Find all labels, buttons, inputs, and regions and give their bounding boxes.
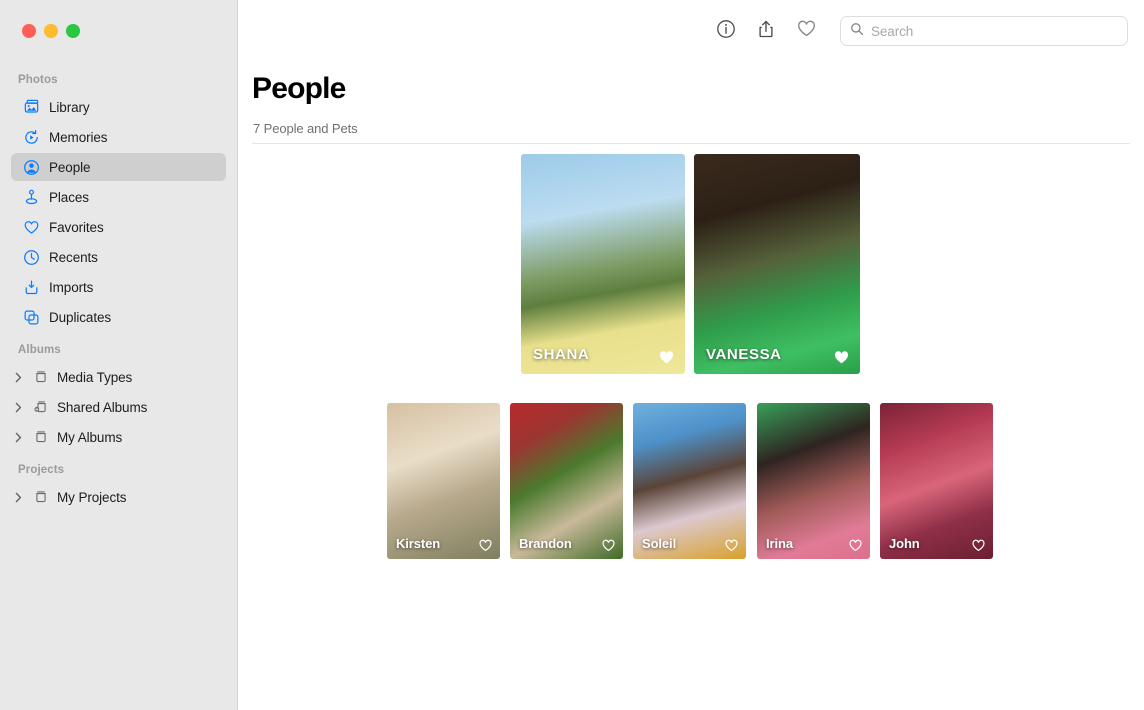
sidebar-scroll-area: Photos Library Memories People [0,63,237,710]
heart-icon[interactable] [971,538,986,553]
sidebar: Photos Library Memories People [0,0,238,710]
info-button[interactable] [706,11,746,51]
album-icon [32,368,50,386]
sidebar-item-label: My Projects [57,490,126,505]
heart-filled-icon[interactable] [833,349,850,366]
sidebar-item-favorites[interactable]: Favorites [11,213,226,241]
sidebar-item-label: People [49,160,90,175]
person-tile[interactable]: Irina [757,403,870,559]
sidebar-item-label: Duplicates [49,310,111,325]
sidebar-item-label: Media Types [57,370,132,385]
sidebar-section-projects: Projects [0,461,237,479]
page-title: People [252,72,346,106]
heart-filled-icon[interactable] [658,349,675,366]
person-name: Irina [766,536,793,551]
album-icon [32,488,50,506]
sidebar-item-label: My Albums [57,430,122,445]
memories-icon [22,128,40,146]
person-photo [694,154,860,374]
album-icon [32,428,50,446]
heart-icon[interactable] [724,538,739,553]
heart-icon [796,18,817,44]
sidebar-item-label: Recents [49,250,98,265]
sidebar-item-label: Favorites [49,220,104,235]
sidebar-item-memories[interactable]: Memories [11,123,226,151]
person-name: Kirsten [396,536,440,551]
person-tile[interactable]: SHANA [521,154,685,374]
sidebar-item-my-albums[interactable]: My Albums [11,423,226,451]
zoom-button[interactable] [66,24,80,38]
person-tile[interactable]: Brandon [510,403,623,559]
person-tile[interactable]: Soleil [633,403,746,559]
person-tile[interactable]: John [880,403,993,559]
person-name: Soleil [642,536,676,551]
info-icon [716,19,736,44]
sidebar-item-label: Places [49,190,89,205]
sidebar-item-label: Library [49,100,90,115]
favorite-button[interactable] [786,11,826,51]
search-field[interactable]: Search [840,16,1128,46]
sidebar-item-label: Memories [49,130,107,145]
person-name: John [889,536,920,551]
sidebar-section-photos: Photos [0,71,237,89]
close-button[interactable] [22,24,36,38]
places-icon [22,188,40,206]
person-tile[interactable]: Kirsten [387,403,500,559]
photos-window: Photos Library Memories People [0,0,1144,710]
search-input[interactable]: Search [871,24,913,39]
sidebar-item-recents[interactable]: Recents [11,243,226,271]
chevron-right-icon[interactable] [11,432,25,443]
heart-icon[interactable] [601,538,616,553]
chevron-right-icon[interactable] [11,372,25,383]
duplicates-icon [22,308,40,326]
person-photo [521,154,685,374]
window-controls [22,24,80,38]
share-button[interactable] [746,11,786,51]
person-name: VANESSA [706,346,782,363]
sidebar-item-people[interactable]: People [11,153,226,181]
heart-icon[interactable] [478,538,493,553]
header-divider [252,143,1130,144]
heart-icon[interactable] [848,538,863,553]
person-tile[interactable]: VANESSA [694,154,860,374]
search-icon [850,22,864,41]
people-icon [22,158,40,176]
minimize-button[interactable] [44,24,58,38]
sidebar-item-media-types[interactable]: Media Types [11,363,226,391]
sidebar-item-shared-albums[interactable]: Shared Albums [11,393,226,421]
sidebar-item-label: Imports [49,280,93,295]
share-icon [756,19,776,44]
sidebar-item-my-projects[interactable]: My Projects [11,483,226,511]
sidebar-item-imports[interactable]: Imports [11,273,226,301]
heart-icon [22,218,40,236]
sidebar-item-duplicates[interactable]: Duplicates [11,303,226,331]
chevron-right-icon[interactable] [11,492,25,503]
sidebar-item-places[interactable]: Places [11,183,226,211]
sidebar-section-albums: Albums [0,341,237,359]
library-icon [22,98,40,116]
shared-album-icon [32,398,50,416]
chevron-right-icon[interactable] [11,402,25,413]
person-name: SHANA [533,346,589,363]
main-content: Search People 7 People and Pets SHANA VAN… [238,0,1144,710]
imports-icon [22,278,40,296]
sidebar-item-library[interactable]: Library [11,93,226,121]
page-subtitle: 7 People and Pets [253,121,358,136]
sidebar-item-label: Shared Albums [57,400,147,415]
toolbar: Search [238,0,1144,62]
clock-icon [22,248,40,266]
person-name: Brandon [519,536,572,551]
